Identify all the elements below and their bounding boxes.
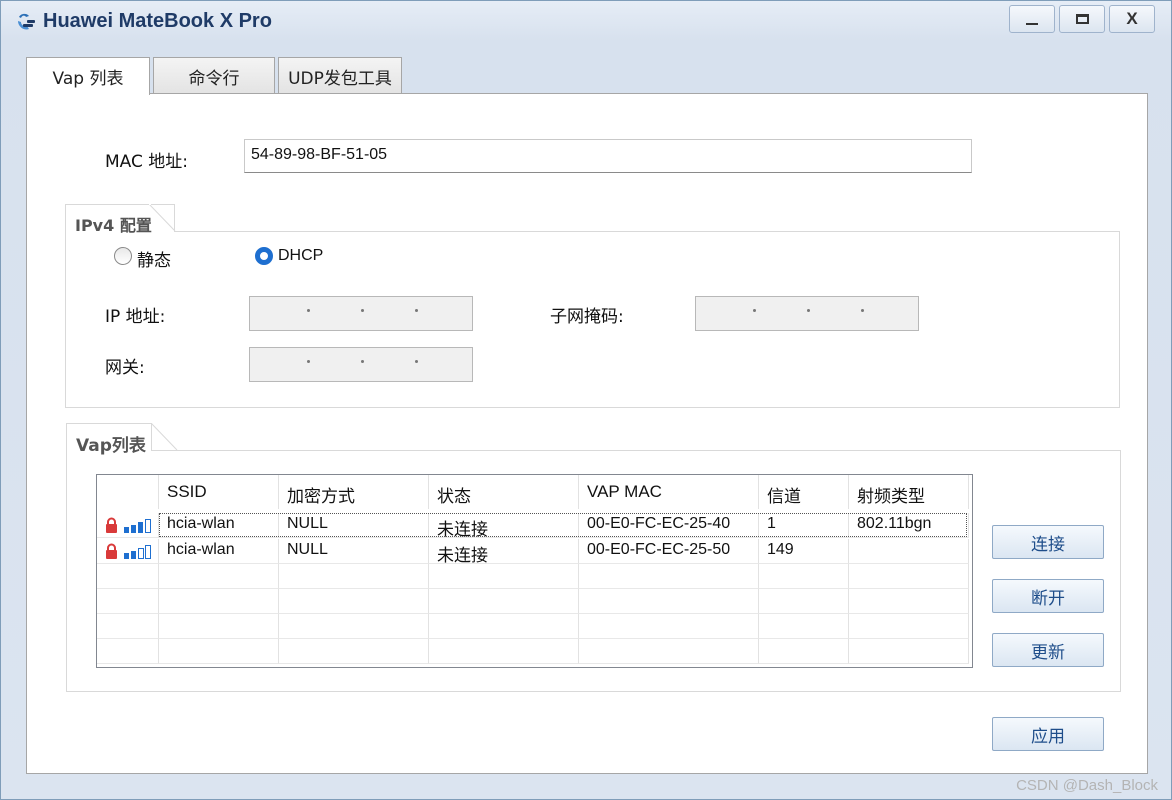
tab-vap-list[interactable]: Vap 列表 (26, 57, 150, 95)
cell-encryption: NULL (279, 539, 429, 564)
connect-button[interactable]: 连接 (992, 525, 1104, 559)
cell-ssid: hcia-wlan (159, 513, 279, 538)
row-status-icons (97, 513, 159, 538)
dhcp-radio-label: DHCP (278, 247, 324, 264)
lock-signal-icon (106, 517, 151, 533)
vap-group-title: Vap列表 (76, 436, 146, 456)
tab-command-line[interactable]: 命令行 (153, 57, 275, 94)
maximize-icon (1075, 14, 1089, 24)
column-header-encryption[interactable]: 加密方式 (279, 475, 429, 509)
refresh-button[interactable]: 更新 (992, 633, 1104, 667)
disconnect-button[interactable]: 断开 (992, 579, 1104, 613)
refresh-button-label: 更新 (1031, 642, 1065, 663)
close-icon: X (1126, 9, 1138, 28)
column-header-status[interactable]: 状态 (429, 475, 579, 509)
tab-label: 命令行 (188, 68, 240, 89)
ip-label: IP 地址: (105, 307, 166, 327)
cell-channel: 149 (759, 539, 849, 564)
cell-vap-mac: 00-E0-FC-EC-25-50 (579, 539, 759, 564)
static-radio[interactable] (114, 247, 132, 265)
cell-ssid: hcia-wlan (159, 539, 279, 564)
cell-channel: 1 (759, 513, 849, 538)
ip-address-field[interactable] (249, 296, 473, 331)
empty-rows (97, 564, 970, 667)
ipv4-group-title: IPv4 配置 (75, 216, 152, 235)
cell-vap-mac: 00-E0-FC-EC-25-40 (579, 513, 759, 538)
cell-encryption: NULL (279, 513, 429, 538)
table-row[interactable]: hcia-wlan NULL 未连接 00-E0-FC-EC-25-40 1 8… (97, 513, 970, 540)
group-tab-slant (149, 204, 176, 232)
window-title: Huawei MateBook X Pro (43, 10, 272, 32)
column-header-icon (97, 475, 159, 509)
table-row[interactable]: hcia-wlan NULL 未连接 00-E0-FC-EC-25-50 149 (97, 539, 970, 566)
column-header-channel[interactable]: 信道 (759, 475, 849, 509)
column-header-ssid[interactable]: SSID (159, 475, 279, 509)
tab-label: UDP发包工具 (288, 68, 392, 89)
subnet-mask-field[interactable] (695, 296, 919, 331)
app-window: Huawei MateBook X Pro X Vap 列表 命令行 UDP发包… (0, 0, 1172, 800)
minimize-icon (1026, 23, 1038, 25)
lock-signal-icon (106, 543, 151, 559)
tab-udp-tool[interactable]: UDP发包工具 (278, 57, 402, 94)
mac-address-field[interactable]: 54-89-98-BF-51-05 (244, 139, 972, 173)
cell-radio-type (849, 539, 969, 564)
gateway-label: 网关: (105, 358, 145, 378)
watermark: CSDN @Dash_Block (1016, 777, 1158, 794)
tab-label: Vap 列表 (52, 69, 124, 89)
apply-button-label: 应用 (1031, 726, 1065, 747)
close-button[interactable]: X (1109, 5, 1155, 33)
static-radio-label: 静态 (137, 251, 171, 271)
row-status-icons (97, 539, 159, 564)
dhcp-radio[interactable] (255, 247, 273, 265)
vap-table[interactable]: SSID 加密方式 状态 VAP MAC 信道 射频类型 hcia-wlan N… (96, 474, 973, 668)
app-icon (18, 13, 35, 30)
title-bar[interactable]: Huawei MateBook X Pro X (1, 1, 1171, 41)
group-tab-slant (151, 423, 178, 451)
cell-status: 未连接 (429, 539, 579, 566)
connect-button-label: 连接 (1031, 534, 1065, 555)
mac-label: MAC 地址: (105, 152, 188, 172)
cell-radio-type: 802.11bgn (849, 513, 969, 538)
minimize-button[interactable] (1009, 5, 1055, 33)
cell-status: 未连接 (429, 513, 579, 540)
column-header-vap-mac[interactable]: VAP MAC (579, 475, 759, 509)
disconnect-button-label: 断开 (1031, 588, 1065, 609)
apply-button[interactable]: 应用 (992, 717, 1104, 751)
maximize-button[interactable] (1059, 5, 1105, 33)
subnet-mask-label: 子网掩码: (550, 307, 624, 327)
gateway-field[interactable] (249, 347, 473, 382)
column-header-radio-type[interactable]: 射频类型 (849, 475, 969, 509)
